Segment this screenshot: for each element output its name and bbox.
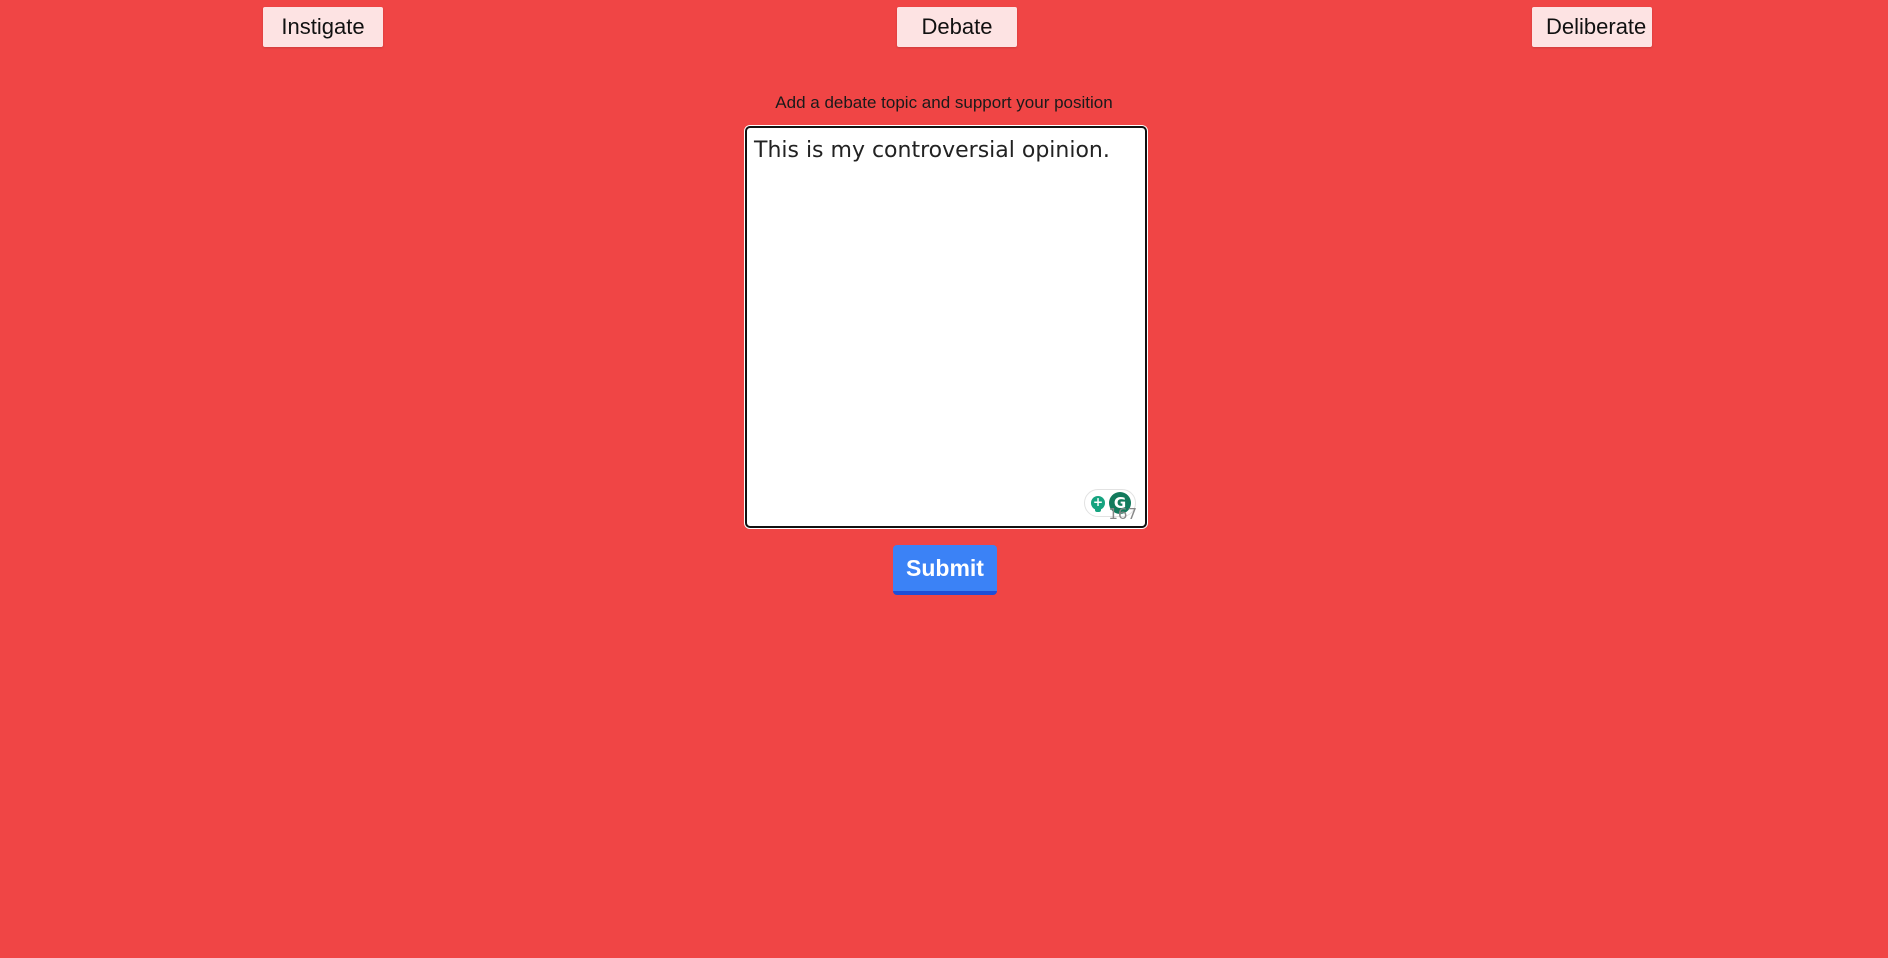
debate-button[interactable]: Debate [897, 7, 1017, 47]
submit-button[interactable]: Submit [893, 545, 997, 595]
instigate-button[interactable]: Instigate [263, 7, 383, 47]
topic-textarea[interactable] [747, 128, 1145, 526]
character-count: 167 [1108, 505, 1137, 523]
lightbulb-icon[interactable] [1091, 494, 1105, 512]
form-prompt-label: Add a debate topic and support your posi… [775, 93, 1113, 112]
topic-editor: G 167 [745, 126, 1147, 528]
deliberate-button[interactable]: Deliberate [1532, 7, 1652, 47]
